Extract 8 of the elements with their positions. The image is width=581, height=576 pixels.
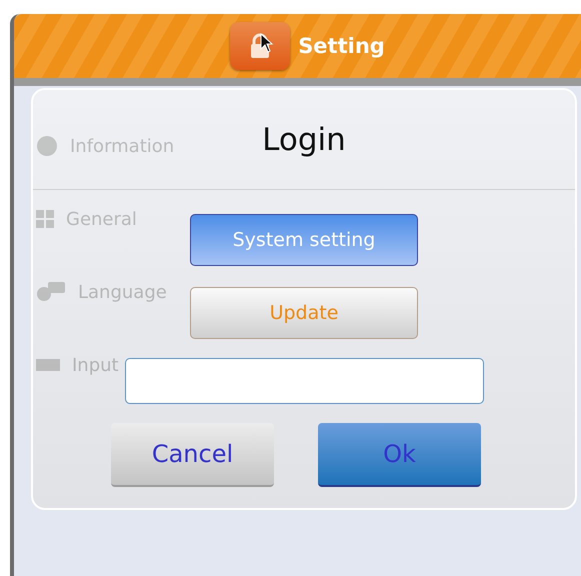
cancel-button[interactable]: Cancel xyxy=(111,423,274,487)
cursor-icon xyxy=(260,33,274,53)
option-button[interactable]: System setting xyxy=(190,214,418,266)
ok-button[interactable]: Ok xyxy=(318,423,481,487)
option-button[interactable]: Update xyxy=(190,287,418,339)
page-title: Setting xyxy=(298,34,385,58)
lock-button[interactable] xyxy=(230,22,290,70)
password-field[interactable] xyxy=(124,358,484,404)
